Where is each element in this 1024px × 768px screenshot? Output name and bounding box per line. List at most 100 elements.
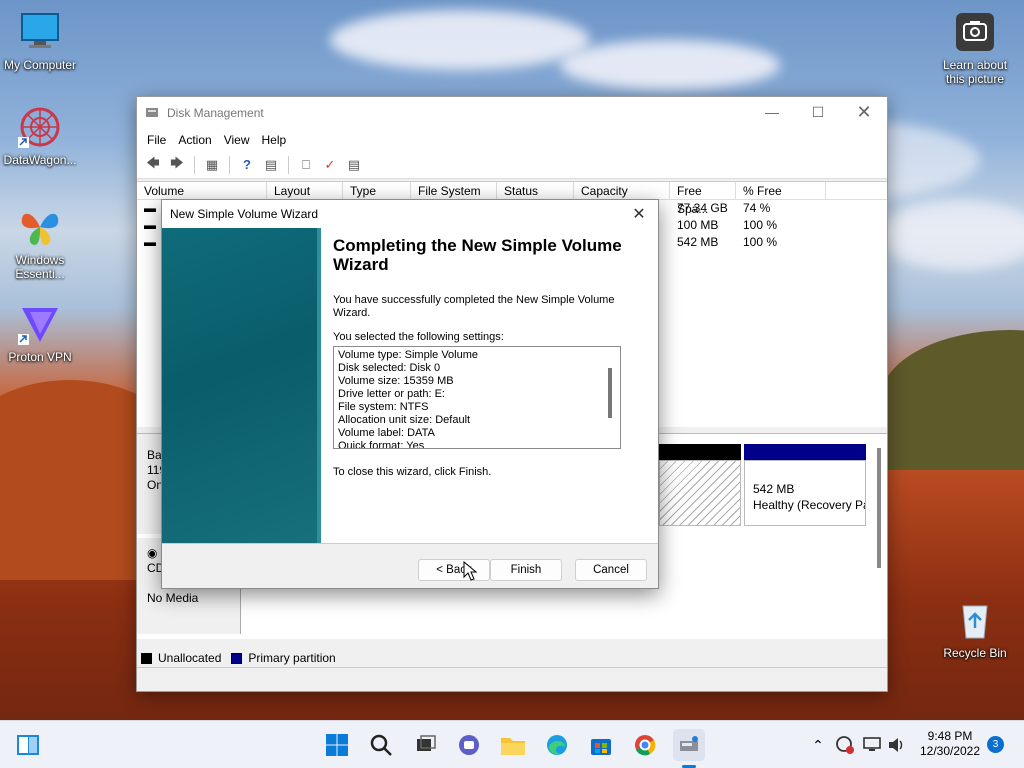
dialog-footer: < Back Finish Cancel: [162, 543, 658, 588]
drive-icon: ▬: [144, 201, 156, 215]
drive-icon: ▬: [144, 218, 156, 232]
update-icon[interactable]: [833, 729, 857, 761]
settings-scrollbar[interactable]: [608, 350, 618, 445]
view-icon[interactable]: ▤: [261, 156, 281, 174]
percent-free-cell: 100 %: [743, 235, 778, 249]
legend: Unallocated Primary partition: [141, 647, 336, 669]
column-status[interactable]: Status: [497, 182, 574, 199]
close-window-button[interactable]: ✕: [841, 97, 887, 127]
percent-free-cell: 100 %: [743, 218, 778, 232]
volume-list-header: Volume Layout Type File System Status Ca…: [137, 182, 887, 216]
desktop-icon-label: DataWagon...: [3, 153, 77, 167]
desktop-icon-proton-vpn[interactable]: Proton VPN: [0, 302, 80, 364]
desktop-icon-windows-essentials[interactable]: Windows Essenti...: [0, 205, 80, 281]
settings-list[interactable]: Volume type: Simple Volume Disk selected…: [333, 346, 621, 449]
list-item: Disk selected: Disk 0: [338, 362, 441, 374]
edge-icon[interactable]: [541, 729, 573, 761]
column-layout[interactable]: Layout: [267, 182, 343, 199]
recovery-partition[interactable]: 542 MB Healthy (Recovery Pa: [744, 460, 866, 526]
cancel-button[interactable]: Cancel: [575, 559, 647, 581]
forward-arrow-icon[interactable]: 🡆: [167, 155, 187, 174]
clock[interactable]: 9:48 PM 12/30/2022: [918, 729, 982, 759]
butterfly-icon: [18, 205, 62, 249]
proton-vpn-icon: [18, 302, 62, 346]
wizard-side-banner: [162, 228, 321, 543]
check-icon[interactable]: ✓: [320, 156, 340, 174]
desktop-icon-learn-about-picture[interactable]: Learn about this picture: [935, 10, 1015, 86]
menu-help[interactable]: Help: [256, 133, 293, 147]
column-volume[interactable]: Volume: [137, 182, 267, 199]
maximize-button[interactable]: ☐: [795, 97, 841, 127]
menu-file[interactable]: File: [141, 133, 172, 147]
clock-time: 9:48 PM: [927, 729, 973, 743]
desktop-icon-datawagon[interactable]: DataWagon...: [0, 105, 80, 167]
column-percent-free[interactable]: % Free: [736, 182, 826, 199]
desktop-icon-my-computer[interactable]: My Computer: [0, 10, 80, 72]
list-item: Volume type: Simple Volume: [338, 349, 479, 361]
scroll-thumb[interactable]: [608, 368, 612, 418]
free-space-cell: 77.34 GB: [677, 201, 728, 215]
menu-view[interactable]: View: [218, 133, 256, 147]
column-file-system[interactable]: File System: [411, 182, 497, 199]
maximize-icon: ☐: [811, 103, 825, 120]
list-item: Quick format: Yes: [338, 440, 425, 449]
window-title: Disk Management: [167, 106, 264, 120]
file-explorer-icon[interactable]: [497, 729, 529, 761]
chat-icon[interactable]: [453, 729, 485, 761]
cdrom-icon: ◉: [147, 546, 158, 560]
column-free-space[interactable]: Free Spa...: [670, 182, 736, 216]
disk-management-taskbar-icon[interactable]: [673, 729, 705, 761]
graph-scrollbar[interactable]: [877, 448, 881, 568]
percent-free-cell: 74 %: [743, 201, 771, 215]
store-icon[interactable]: [585, 729, 617, 761]
finish-button[interactable]: Finish: [490, 559, 562, 581]
minimize-button[interactable]: —: [749, 97, 795, 127]
help-icon[interactable]: ?: [237, 156, 257, 174]
connect-icon[interactable]: ⎕: [296, 156, 316, 174]
desktop-icon-label: My Computer: [3, 58, 77, 72]
legend-primary: Primary partition: [248, 651, 336, 665]
success-text: You have successfully completed the New …: [333, 294, 615, 319]
chevron-up-icon[interactable]: ⌃: [806, 729, 830, 761]
dialog-close-button[interactable]: ✕: [628, 204, 650, 224]
partition-bar-primary: [744, 444, 866, 460]
column-capacity[interactable]: Capacity: [574, 182, 670, 199]
back-button[interactable]: < Back: [418, 559, 490, 581]
dialog-title-bar[interactable]: New Simple Volume Wizard: [162, 200, 658, 228]
task-view-icon[interactable]: [409, 729, 441, 761]
close-hint: To close this wizard, click Finish.: [333, 466, 492, 478]
clock-date: 12/30/2022: [919, 744, 981, 758]
list-item: Allocation unit size: Default: [338, 414, 471, 426]
title-bar[interactable]: Disk Management — ☐ ✕: [137, 97, 887, 129]
close-icon: ✕: [632, 206, 646, 223]
unallocated-region[interactable]: [659, 460, 741, 526]
desktop-icon-label: Windows Essenti...: [15, 253, 65, 281]
menu-action[interactable]: Action: [172, 133, 217, 147]
partition-bar-unallocated: [659, 444, 741, 460]
back-arrow-icon[interactable]: 🡄: [143, 155, 163, 174]
desktop-icon-recycle-bin[interactable]: Recycle Bin: [935, 598, 1015, 660]
settings-label: You selected the following settings:: [333, 331, 504, 343]
dialog-title: New Simple Volume Wizard: [170, 207, 319, 221]
notification-badge[interactable]: 3: [987, 736, 1004, 753]
camera-icon: [953, 10, 997, 54]
network-icon[interactable]: [860, 729, 884, 761]
start-button[interactable]: [321, 729, 353, 761]
desktop-icon-label: Proton VPN: [8, 350, 72, 364]
list-icon[interactable]: ▤: [344, 156, 364, 174]
column-type[interactable]: Type: [343, 182, 411, 199]
properties-icon[interactable]: ▦: [202, 156, 222, 174]
list-item: Volume label: DATA: [338, 427, 435, 439]
widgets-icon[interactable]: [12, 729, 44, 761]
volume-icon[interactable]: [884, 729, 908, 761]
recycle-bin-icon: [953, 598, 997, 642]
status-bar: [137, 667, 887, 691]
search-icon[interactable]: [365, 729, 397, 761]
dialog-body: Completing the New Simple Volume Wizard …: [162, 228, 658, 543]
close-icon: ✕: [856, 101, 872, 122]
desktop-icon-label: Recycle Bin: [943, 646, 1007, 660]
free-space-cell: 100 MB: [677, 218, 719, 232]
monitor-icon: [18, 10, 62, 54]
wizard-heading: Completing the New Simple Volume Wizard: [333, 236, 622, 274]
chrome-icon[interactable]: [629, 729, 661, 761]
